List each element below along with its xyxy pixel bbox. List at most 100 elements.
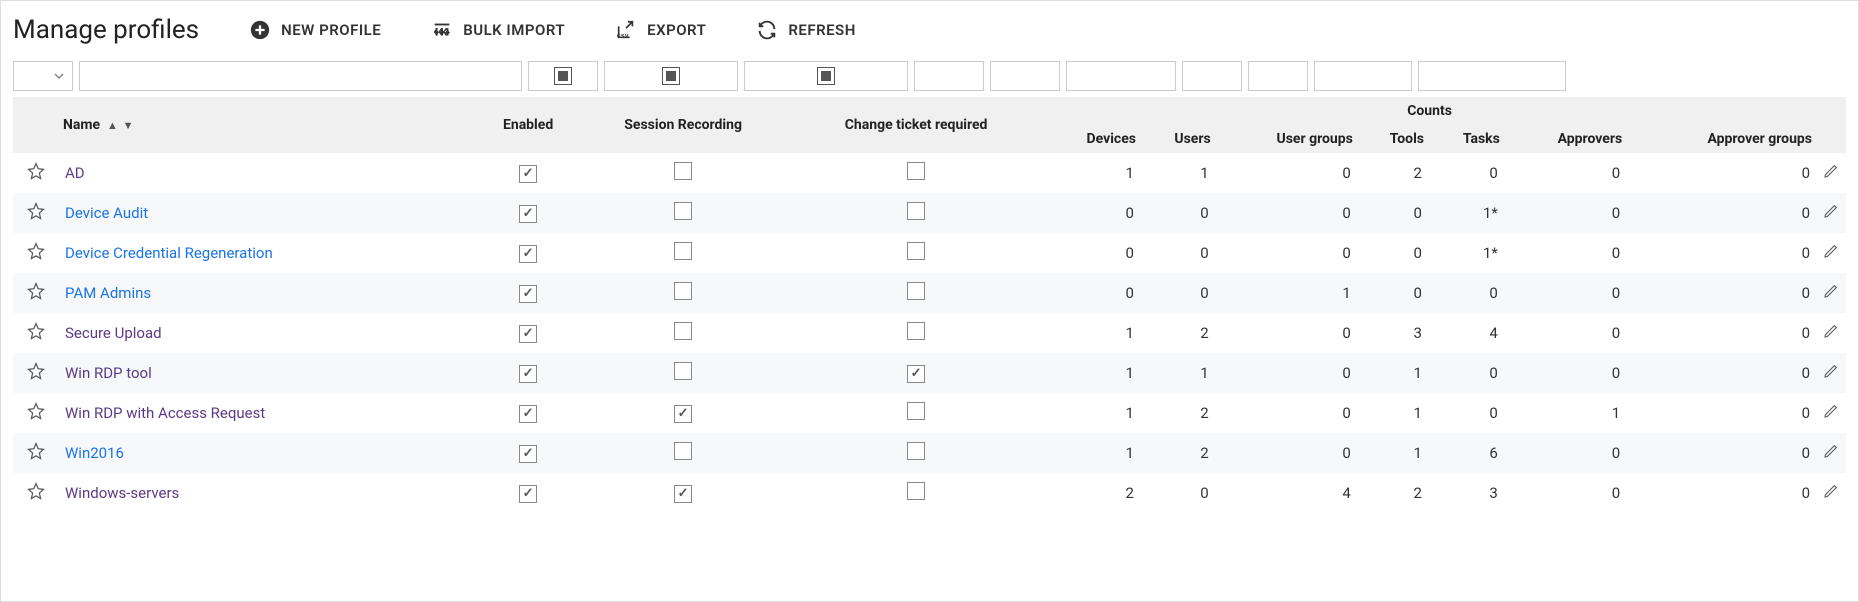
approver-groups-count: 0 [1626, 433, 1816, 473]
col-approver-groups[interactable]: Approver groups [1626, 125, 1816, 153]
checkbox[interactable] [907, 365, 925, 383]
star-icon[interactable] [27, 202, 45, 220]
edit-icon[interactable] [1823, 403, 1839, 419]
checkbox[interactable] [907, 202, 925, 220]
export-label: EXPORT [647, 21, 706, 39]
checkbox[interactable] [519, 365, 537, 383]
checkbox[interactable] [907, 162, 925, 180]
checkbox[interactable] [907, 242, 925, 260]
checkbox[interactable] [907, 442, 925, 460]
table-row: Win RDP with Access Request1201010 [13, 393, 1846, 433]
filter-user-groups[interactable] [1066, 61, 1176, 91]
devices-count: 1 [1043, 313, 1140, 353]
profile-name[interactable]: AD [65, 164, 85, 182]
checkbox[interactable] [519, 325, 537, 343]
filter-change[interactable] [744, 61, 908, 91]
edit-icon[interactable] [1823, 323, 1839, 339]
col-name-label: Name [63, 117, 100, 133]
checkbox[interactable] [519, 485, 537, 503]
approvers-count: 0 [1504, 473, 1626, 513]
table-row: Win RDP tool1101000 [13, 353, 1846, 393]
col-tasks[interactable]: Tasks [1428, 125, 1504, 153]
checkbox[interactable] [519, 165, 537, 183]
checkbox[interactable] [907, 482, 925, 500]
checkbox[interactable] [674, 202, 692, 220]
star-icon[interactable] [27, 162, 45, 180]
profile-name[interactable]: Secure Upload [65, 324, 162, 342]
filter-star-dropdown[interactable] [13, 61, 73, 91]
col-counts: Counts [1043, 97, 1816, 125]
approvers-count: 0 [1504, 273, 1626, 313]
filter-devices[interactable] [914, 61, 984, 91]
col-devices[interactable]: Devices [1043, 125, 1140, 153]
filter-approver-groups[interactable] [1418, 61, 1566, 91]
col-user-groups[interactable]: User groups [1215, 125, 1357, 153]
filter-name-input[interactable] [79, 61, 522, 91]
devices-count: 2 [1043, 473, 1140, 513]
filter-approvers[interactable] [1314, 61, 1412, 91]
star-icon[interactable] [27, 402, 45, 420]
profile-name[interactable]: Win RDP with Access Request [65, 404, 265, 422]
edit-icon[interactable] [1823, 283, 1839, 299]
profile-name[interactable]: Win2016 [65, 444, 124, 462]
user-groups-count: 0 [1215, 153, 1357, 193]
col-tools[interactable]: Tools [1357, 125, 1428, 153]
approver-groups-count: 0 [1626, 393, 1816, 433]
checkbox[interactable] [674, 485, 692, 503]
edit-icon[interactable] [1823, 443, 1839, 459]
profile-name[interactable]: Win RDP tool [65, 364, 152, 382]
star-icon[interactable] [27, 322, 45, 340]
filter-users[interactable] [990, 61, 1060, 91]
devices-count: 0 [1043, 233, 1140, 273]
col-approvers[interactable]: Approvers [1504, 125, 1626, 153]
filter-tools[interactable] [1182, 61, 1242, 91]
star-icon[interactable] [27, 362, 45, 380]
col-session[interactable]: Session Recording [577, 97, 789, 153]
checkbox[interactable] [519, 405, 537, 423]
filter-enabled[interactable] [528, 61, 598, 91]
checkbox[interactable] [907, 282, 925, 300]
checkbox[interactable] [674, 242, 692, 260]
col-enabled[interactable]: Enabled [479, 97, 577, 153]
edit-icon[interactable] [1823, 483, 1839, 499]
edit-icon[interactable] [1823, 243, 1839, 259]
checkbox[interactable] [519, 285, 537, 303]
checkbox[interactable] [907, 402, 925, 420]
profile-name[interactable]: Windows-servers [65, 484, 179, 502]
filter-session[interactable] [604, 61, 738, 91]
col-star[interactable] [13, 97, 59, 153]
checkbox[interactable] [519, 245, 537, 263]
profile-name[interactable]: Device Credential Regeneration [65, 244, 273, 262]
checkbox[interactable] [674, 282, 692, 300]
new-profile-button[interactable]: NEW PROFILE [249, 19, 381, 41]
col-users[interactable]: Users [1140, 125, 1215, 153]
filter-tasks[interactable] [1248, 61, 1308, 91]
page-title: Manage profiles [13, 15, 199, 45]
star-icon[interactable] [27, 442, 45, 460]
checkbox[interactable] [519, 205, 537, 223]
checkbox[interactable] [674, 322, 692, 340]
star-icon[interactable] [27, 242, 45, 260]
bulk-import-icon [431, 19, 453, 41]
checkbox[interactable] [674, 162, 692, 180]
checkbox[interactable] [674, 362, 692, 380]
checkbox[interactable] [674, 442, 692, 460]
checkbox[interactable] [674, 405, 692, 423]
bulk-import-button[interactable]: BULK IMPORT [431, 19, 565, 41]
users-count: 0 [1140, 273, 1215, 313]
edit-icon[interactable] [1823, 203, 1839, 219]
star-icon[interactable] [27, 282, 45, 300]
table-row: Secure Upload1203400 [13, 313, 1846, 353]
checkbox[interactable] [519, 445, 537, 463]
star-icon[interactable] [27, 482, 45, 500]
edit-icon[interactable] [1823, 163, 1839, 179]
col-name[interactable]: Name ▲ ▼ [59, 97, 479, 153]
new-profile-label: NEW PROFILE [281, 21, 381, 39]
export-button[interactable]: csv EXPORT [615, 19, 706, 41]
profile-name[interactable]: PAM Admins [65, 284, 151, 302]
edit-icon[interactable] [1823, 363, 1839, 379]
checkbox[interactable] [907, 322, 925, 340]
refresh-button[interactable]: REFRESH [756, 19, 856, 41]
profile-name[interactable]: Device Audit [65, 204, 148, 222]
col-change[interactable]: Change ticket required [789, 97, 1043, 153]
